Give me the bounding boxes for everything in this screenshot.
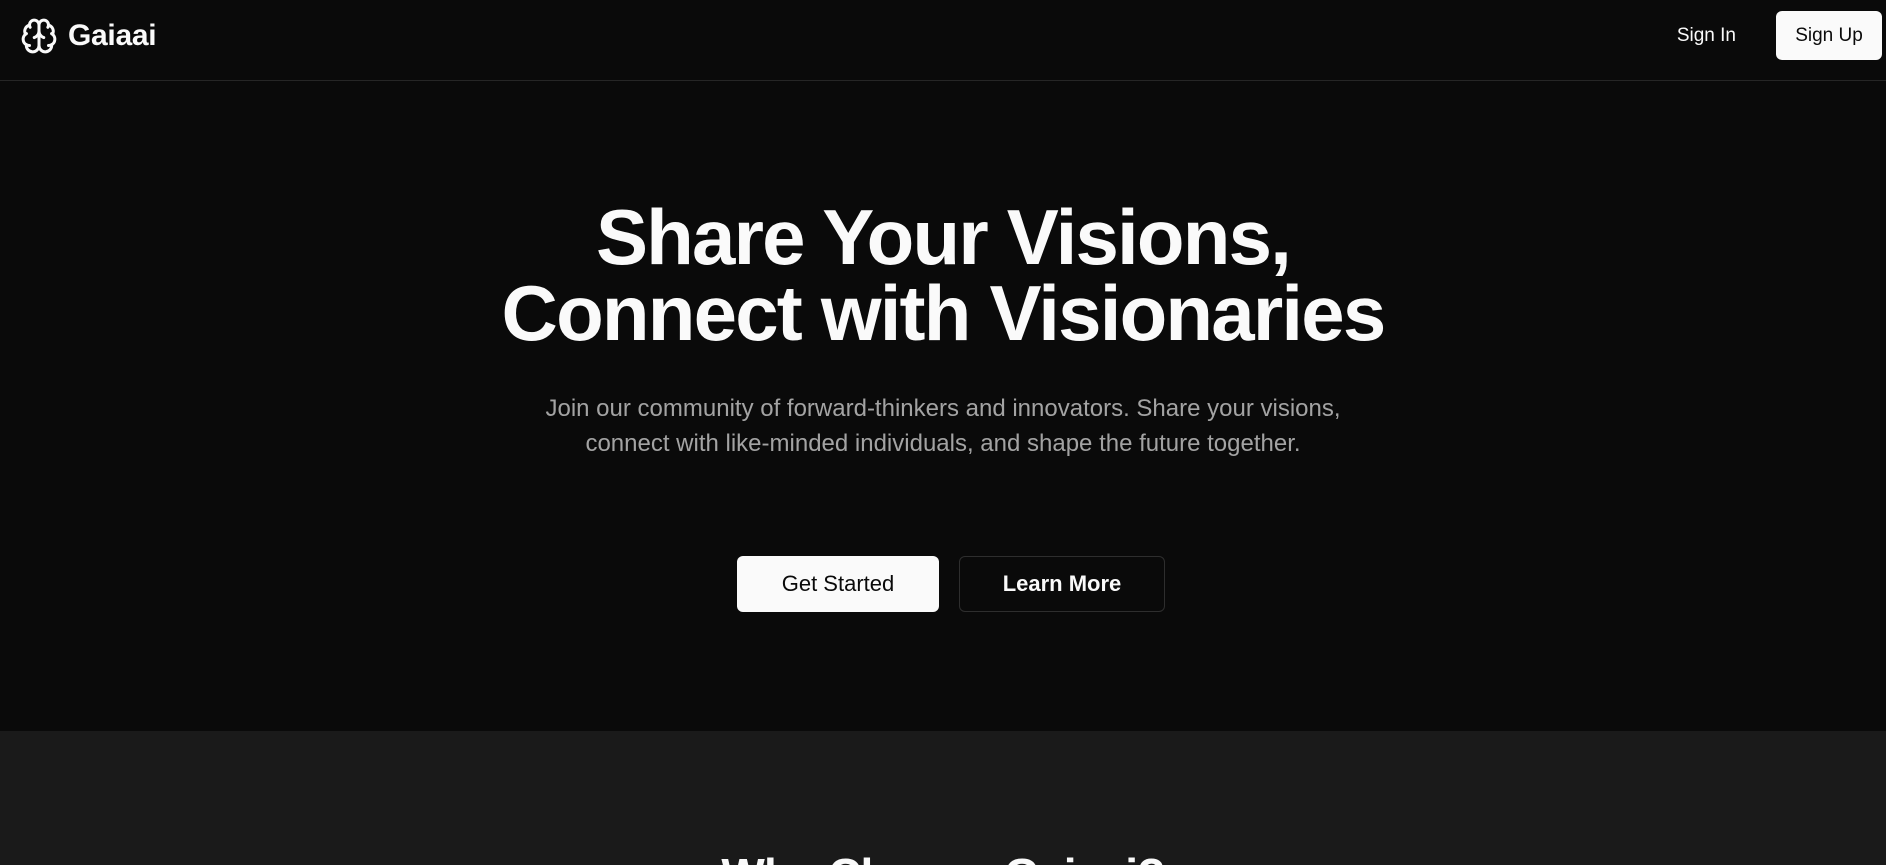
get-started-button[interactable]: Get Started	[737, 556, 939, 612]
hero-subtitle: Join our community of forward-thinkers a…	[545, 395, 1341, 457]
top-navbar: Gaiaai Sign In Sign Up	[0, 0, 1886, 81]
hero-title-line-2: Connect with Visionaries	[501, 269, 1387, 357]
auth-actions: Sign In Sign Up	[1657, 11, 1882, 60]
hero-section: Share Your Visions, Connect with Visiona…	[0, 81, 1886, 731]
sign-in-button[interactable]: Sign In	[1657, 12, 1756, 60]
features-heading: Why Choose Gaiaai?	[0, 849, 1886, 865]
brain-icon	[21, 18, 57, 54]
hero-title-line-1: Share Your Visions,	[595, 193, 1292, 281]
sign-up-button[interactable]: Sign Up	[1776, 11, 1882, 60]
hero-cta-group: Get Started Learn More	[737, 556, 1165, 612]
brand-name: Gaiaai	[68, 19, 157, 52]
brand-logo-link[interactable]: Gaiaai	[20, 16, 157, 56]
learn-more-button[interactable]: Learn More	[959, 556, 1165, 612]
features-section: Why Choose Gaiaai?	[0, 731, 1886, 865]
hero-title: Share Your Visions, Connect with Visiona…	[0, 193, 1886, 357]
